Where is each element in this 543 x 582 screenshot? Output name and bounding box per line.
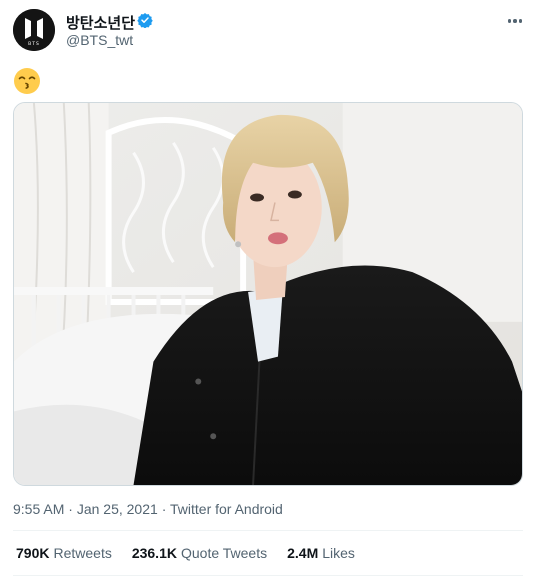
meta-separator: · (68, 501, 73, 517)
retweets-stat[interactable]: 790K Retweets (16, 545, 112, 561)
likes-count: 2.4M (287, 545, 319, 561)
more-dot (507, 19, 512, 23)
bts-logo-icon: BTS (13, 9, 55, 51)
divider (13, 575, 523, 576)
avatar[interactable]: BTS (13, 9, 55, 51)
quote-tweets-label: Quote Tweets (180, 545, 268, 561)
tweet-stats: 790K Retweets 236.1K Quote Tweets 2.4M Like… (16, 545, 355, 561)
more-options-button[interactable] (504, 10, 526, 32)
likes-label: Likes (322, 545, 355, 561)
tweet-photo[interactable] (13, 102, 523, 486)
kissing-face-emoji-icon (14, 68, 40, 94)
logo-lettering: BTS (28, 41, 40, 47)
meta-separator: · (161, 501, 167, 517)
verified-badge-icon (137, 13, 153, 28)
tweet-time[interactable]: 9:55 AM (13, 501, 64, 517)
retweets-count: 790K (16, 545, 50, 561)
likes-stat[interactable]: 2.4M Likes (287, 545, 355, 561)
selfie-photo-icon (14, 103, 522, 485)
quote-tweets-count: 236.1K (131, 545, 177, 561)
more-dot (518, 19, 523, 23)
handle[interactable]: @BTS_twt (66, 32, 133, 48)
tweet-date[interactable]: Jan 25, 2021 (77, 501, 158, 517)
retweets-label: Retweets (53, 545, 112, 561)
tweet-timestamp: 9:55 AM · Jan 25, 2021 · Twitter for And… (13, 501, 283, 517)
tweet: BTS 방탄소년단 @BTS_twt 9:55 AM · Jan 25, 202… (0, 0, 543, 582)
tweet-source[interactable]: Twitter for Android (170, 501, 283, 517)
divider (13, 530, 523, 531)
quote-tweets-stat[interactable]: 236.1K Quote Tweets (132, 545, 267, 561)
display-name[interactable]: 방탄소년단 (66, 12, 135, 33)
more-dot (513, 19, 517, 23)
